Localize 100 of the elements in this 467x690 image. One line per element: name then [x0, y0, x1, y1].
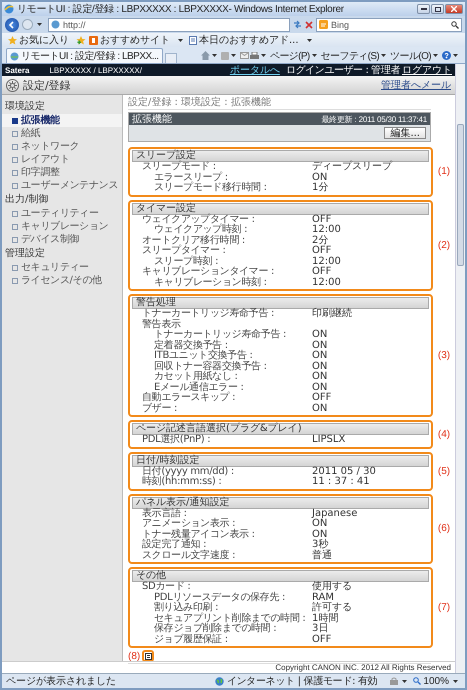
caret-icon[interactable]	[453, 680, 458, 682]
favorites-button[interactable]: お気に入り	[8, 33, 69, 47]
menu-button[interactable]: セーフティ(S)	[320, 48, 380, 62]
setting-value: OFF	[312, 393, 332, 404]
square-icon	[12, 210, 18, 216]
setting-value: OFF	[312, 214, 332, 224]
search-field[interactable]: Bing	[316, 18, 462, 32]
refresh-icon[interactable]	[293, 20, 302, 29]
setting-value: ON	[312, 172, 328, 182]
menu-button[interactable]: ページ(P)	[270, 48, 310, 62]
square-icon	[12, 170, 18, 176]
mail-link[interactable]: 管理者へメール	[381, 78, 451, 92]
setting-value: 使用する	[312, 582, 352, 592]
page-title: 設定/登録	[23, 78, 71, 92]
setting-label: トナーカートリッジ寿命予告 :	[154, 330, 288, 340]
sidebar-item[interactable]: ユーティリティー	[2, 207, 122, 220]
setting-label: 自動エラースキップ :	[142, 393, 236, 403]
caret-icon[interactable]	[212, 54, 217, 57]
square-icon	[12, 182, 18, 188]
square-icon	[12, 156, 18, 162]
section-title: パネル表示/通知設定	[132, 496, 429, 508]
setting-label: セキュアプリント削除までの時間 :	[154, 614, 306, 624]
add-favorite-icon[interactable]	[76, 36, 86, 44]
window-title: リモートUI : 設定/登録 : LBPXXXXX : LBPXXXXX- Windows Internet Explorer	[17, 2, 345, 16]
square-icon	[12, 224, 18, 230]
setting-value: ON	[312, 372, 328, 382]
setting-value: OFF	[312, 267, 332, 278]
sidebar-item[interactable]: ネットワーク	[2, 140, 122, 153]
logout-link[interactable]: ログアウト	[402, 63, 452, 77]
close-icon[interactable]	[305, 20, 313, 28]
setting-value: 12:00	[312, 278, 341, 288]
menu-button[interactable]: ツール(O)	[390, 48, 431, 62]
address-field[interactable]: http://	[48, 18, 290, 32]
sidebar-item[interactable]: ユーザーメンテナンス	[2, 179, 122, 192]
caret-icon[interactable]	[402, 680, 408, 682]
callout-number: (5)	[436, 466, 452, 476]
favorite-link[interactable]: 本日のおすすめアド...	[189, 33, 299, 47]
setting-label: ジョブ履歴保証 :	[154, 634, 229, 645]
setting-value: ON	[312, 340, 328, 350]
help-icon[interactable]	[442, 51, 451, 60]
setting-value: ON	[312, 530, 328, 540]
setting-value: ON	[312, 362, 328, 372]
minimize-icon	[420, 8, 426, 10]
section-title: スリープ設定	[132, 150, 429, 162]
page-icon	[189, 36, 197, 44]
setting-label: Eメール通信エラー :	[154, 382, 245, 392]
setting-value: 3日	[312, 624, 328, 634]
setting-label: 割り込み印刷 :	[154, 603, 220, 613]
caret-icon[interactable]	[178, 38, 183, 42]
zoom-button[interactable]: 100%	[413, 676, 449, 686]
square-icon	[12, 278, 18, 284]
setting-label: スリープタイマー :	[142, 246, 227, 256]
edit-button[interactable]: 編集...	[384, 127, 426, 139]
setting-label: 回収トナー容器交換予告 :	[154, 362, 268, 372]
square-icon	[12, 264, 18, 270]
caret-icon[interactable]	[260, 54, 266, 57]
square-icon	[12, 144, 18, 150]
section-title: 日付/時刻設定	[132, 454, 429, 466]
sidebar-item[interactable]: セキュリティー	[2, 261, 122, 274]
scrollbar[interactable]	[455, 64, 465, 673]
sidebar-item[interactable]: 給紙	[2, 127, 122, 140]
caret-icon[interactable]	[37, 23, 42, 26]
caret-icon[interactable]	[312, 54, 317, 57]
setting-label: 保存ジョブ削除までの時間 :	[154, 624, 278, 634]
setting-label: 警告表示	[142, 320, 182, 330]
setting-label: PDL選択(PnP) :	[142, 435, 212, 446]
setting-label: スリープモード移行時間 :	[154, 183, 268, 194]
page-top-button[interactable]	[142, 650, 154, 662]
square-icon	[12, 236, 18, 242]
sidebar-item[interactable]: レイアウト	[2, 153, 122, 166]
favorite-link[interactable]: おすすめサイト	[89, 33, 170, 47]
callout-number: (8)	[128, 650, 140, 662]
sidebar-item[interactable]: 拡張機能	[2, 114, 122, 127]
sidebar-item[interactable]: 印字調整	[2, 166, 122, 179]
callout-number: (3)	[436, 350, 452, 361]
minimize-button[interactable]	[417, 4, 430, 14]
sidebar-item[interactable]: キャリブレーション	[2, 220, 122, 233]
setting-value: 許可する	[312, 603, 352, 613]
setting-value: 2011 05 / 30	[312, 466, 376, 476]
browser-tab[interactable]: リモートUI : 設定/登録 : LBPXX...	[6, 48, 163, 63]
caret-icon[interactable]	[381, 54, 386, 57]
caret-icon[interactable]	[306, 38, 312, 42]
printer-icon[interactable]	[250, 52, 259, 60]
sidebar-item[interactable]: ライセンス/その他	[2, 274, 122, 287]
portal-link[interactable]: ポータルへ	[230, 63, 280, 77]
search-icon[interactable]	[451, 20, 459, 28]
sidebar-heading: 出力/制御	[4, 192, 50, 207]
caret-icon[interactable]	[433, 54, 438, 57]
setting-value: 11 : 37 : 41	[312, 477, 370, 488]
sidebar-item[interactable]: デバイス制御	[2, 233, 122, 246]
caret-icon[interactable]	[230, 54, 236, 57]
star-icon	[8, 36, 17, 44]
callout-number: (1)	[436, 166, 452, 178]
maximize-button[interactable]	[431, 4, 444, 14]
sidebar-heading: 環境設定	[4, 100, 46, 114]
back-button[interactable]	[5, 18, 19, 32]
setting-value: 12:00	[312, 225, 341, 235]
security-zone: インターネット | 保護モード: 有効	[226, 674, 378, 688]
close-button[interactable]	[445, 4, 463, 14]
caret-icon[interactable]	[453, 54, 458, 57]
